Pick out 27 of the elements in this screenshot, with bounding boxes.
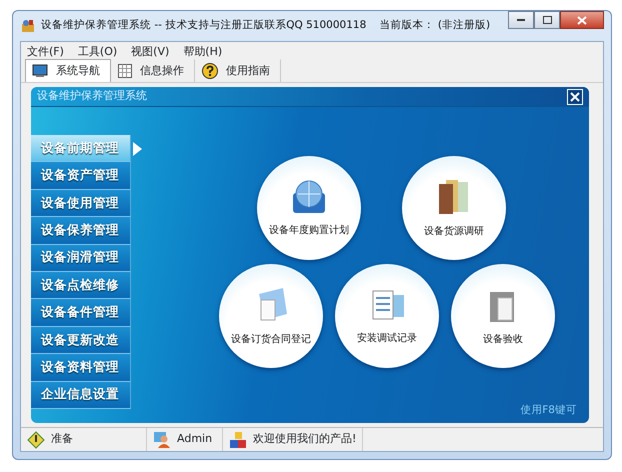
menu-item[interactable]: 视图(V) [131, 44, 170, 59]
nav-item[interactable]: 设备润滑管理 [31, 244, 131, 272]
window-title: 设备维护保养管理系统 -- 技术支持与注册正版联系QQ 510000118 当前版本： (非注册版) [41, 18, 490, 34]
menu-item[interactable]: 工具(O) [78, 44, 118, 59]
nav-item[interactable]: 设备使用管理 [31, 190, 131, 218]
status-text: 欢迎使用我们的产品! [253, 431, 356, 448]
menu-item[interactable]: 文件(F) [27, 44, 64, 59]
nav-item[interactable]: 设备备件管理 [31, 299, 131, 327]
toolbar-button[interactable]: 使用指南 [195, 59, 281, 82]
nav-item[interactable]: 设备更新改造 [31, 326, 131, 354]
tile-button[interactable]: 设备订货合同登记 [219, 264, 323, 368]
nav-item[interactable]: 设备保养管理 [31, 217, 131, 245]
nav-item[interactable]: 设备资产管理 [31, 162, 131, 190]
panel-title: 设备维护保养管理系统 [37, 88, 147, 104]
menu-item[interactable]: 帮助(H) [183, 44, 222, 59]
toolbar-button[interactable]: 信息操作 [111, 59, 195, 82]
tile-button[interactable]: 设备年度购置计划 [257, 156, 361, 260]
nav-item[interactable]: 设备资料管理 [31, 354, 131, 382]
toolbar-button[interactable]: 系统导航 [25, 59, 111, 82]
tile-button[interactable]: 设备货源调研 [402, 156, 506, 260]
hint-text: 使用F8键可 [520, 403, 577, 418]
tile-button[interactable]: 设备验收 [451, 264, 555, 368]
nav-item[interactable]: 设备点检维修 [31, 272, 131, 300]
status-text: 准备 [51, 431, 73, 448]
nav-item[interactable]: 企业信息设置 [31, 382, 131, 409]
tile-button[interactable]: 安装调试记录 [335, 264, 439, 368]
status-text: Admin [177, 431, 212, 448]
